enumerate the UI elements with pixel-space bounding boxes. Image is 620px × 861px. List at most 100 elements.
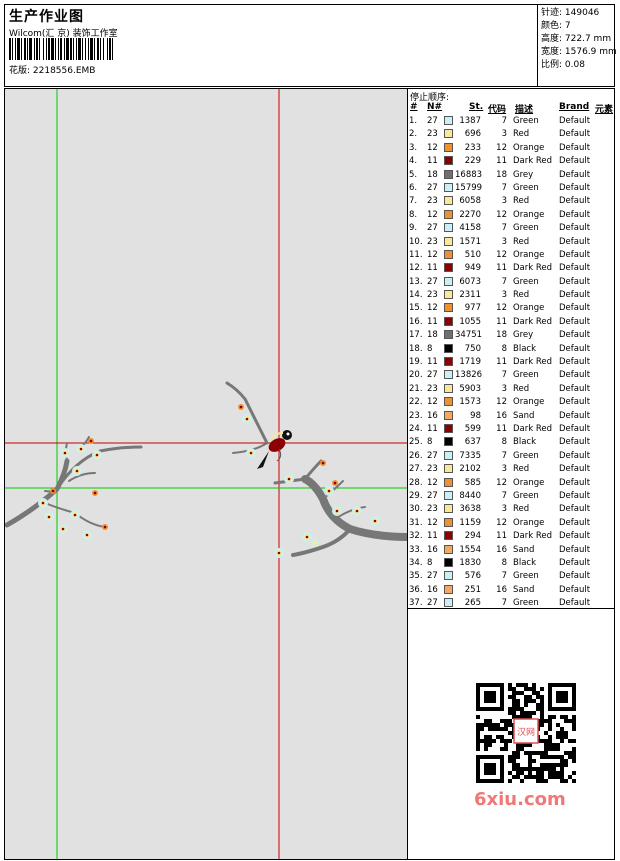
row-code: 8	[501, 557, 507, 568]
barcode-image	[9, 38, 113, 60]
row-code: 11	[496, 156, 507, 167]
color-swatch	[444, 236, 453, 246]
row-stitches: 576	[464, 571, 481, 582]
row-description: Sand	[513, 544, 535, 555]
row-brand: Default	[559, 330, 591, 341]
row-description: Dark Red	[513, 423, 553, 434]
row-needle: 23	[427, 129, 438, 140]
table-row: 30. 23 3638 3 Red Default	[409, 503, 615, 516]
color-swatch	[444, 450, 453, 460]
row-stitches: 98	[470, 410, 481, 421]
row-stitches: 233	[464, 142, 481, 153]
row-brand: Default	[559, 249, 591, 260]
row-needle: 12	[427, 142, 438, 153]
panel-divider	[408, 608, 614, 609]
row-description: Black	[513, 557, 536, 568]
row-brand: Default	[559, 584, 591, 595]
row-description: Red	[513, 290, 530, 301]
row-index: 17.	[409, 330, 423, 341]
table-row: 33. 16 1554 16 Sand Default	[409, 544, 615, 557]
row-index: 2.	[409, 129, 418, 140]
row-stitches: 2102	[459, 464, 481, 475]
row-brand: Default	[559, 343, 591, 354]
row-stitches: 265	[464, 598, 481, 609]
row-needle: 12	[427, 209, 438, 220]
stop-sequence-header: # N# St. 代码 描述 Brand 元素	[409, 102, 615, 115]
row-brand: Default	[559, 236, 591, 247]
row-index: 13.	[409, 276, 423, 287]
row-brand: Default	[559, 116, 591, 126]
row-brand: Default	[559, 276, 591, 287]
row-brand: Default	[559, 531, 591, 542]
color-swatch	[444, 357, 453, 367]
table-row: 6. 27 15799 7 Green Default	[409, 182, 615, 195]
stop-sequence-list: 1. 27 1387 7 Green Default 2. 23 696 3 Red Default 3…	[409, 115, 615, 610]
col-element: 元素	[595, 105, 614, 115]
row-index: 28.	[409, 477, 423, 488]
color-swatch	[444, 223, 453, 233]
row-stitches: 637	[464, 437, 481, 448]
row-index: 10.	[409, 236, 423, 247]
stat-height: 高度: 722.7 mm	[541, 34, 612, 44]
row-brand: Default	[559, 263, 591, 274]
row-description: Dark Red	[513, 357, 553, 368]
row-stitches: 977	[464, 303, 481, 314]
row-description: Orange	[513, 303, 545, 314]
row-brand: Default	[559, 209, 591, 220]
row-needle: 12	[427, 477, 438, 488]
color-swatch	[444, 209, 453, 219]
row-code: 7	[501, 571, 507, 582]
row-index: 32.	[409, 531, 423, 542]
row-stitches: 1719	[459, 357, 481, 368]
color-swatch	[444, 410, 453, 420]
row-stitches: 1387	[459, 116, 481, 126]
color-swatch	[444, 290, 453, 300]
row-index: 24.	[409, 423, 423, 434]
row-needle: 18	[427, 169, 438, 180]
color-swatch	[444, 343, 453, 353]
row-needle: 18	[427, 330, 438, 341]
color-swatch	[444, 316, 453, 326]
row-description: Red	[513, 504, 530, 515]
row-description: Green	[513, 276, 539, 287]
row-code: 12	[496, 209, 507, 220]
table-row: 36. 16 251 16 Sand Default	[409, 584, 615, 597]
row-index: 3.	[409, 142, 418, 153]
color-swatch	[444, 544, 453, 554]
color-swatch	[444, 249, 453, 259]
header-panel: 生产作业图 Wilcom(汇 京) 装饰工作室 花版: 2218556.EMB …	[4, 4, 617, 87]
row-needle: 12	[427, 249, 438, 260]
row-needle: 12	[427, 517, 438, 528]
color-swatch	[444, 182, 453, 192]
row-needle: 16	[427, 584, 438, 595]
row-index: 8.	[409, 209, 418, 220]
color-swatch	[444, 196, 453, 206]
row-description: Dark Red	[513, 263, 553, 274]
row-description: Orange	[513, 209, 545, 220]
row-index: 6.	[409, 182, 418, 193]
row-description: Green	[513, 116, 539, 126]
row-stitches: 7335	[459, 450, 481, 461]
col-stitches: St.	[469, 102, 484, 112]
col-description: 描述	[515, 105, 534, 115]
row-index: 5.	[409, 169, 418, 180]
row-code: 3	[501, 129, 507, 140]
row-description: Grey	[513, 169, 534, 180]
row-code: 8	[501, 437, 507, 448]
row-brand: Default	[559, 490, 591, 501]
row-code: 12	[496, 517, 507, 528]
col-index: #	[410, 102, 418, 112]
design-stats: 针迹: 149046 颜色: 7 高度: 722.7 mm 宽度: 1576.9…	[537, 5, 617, 86]
row-description: Green	[513, 490, 539, 501]
row-needle: 23	[427, 464, 438, 475]
table-row: 13. 27 6073 7 Green Default	[409, 276, 615, 289]
stat-scale: 比例: 0.08	[541, 60, 585, 70]
page-title: 生产作业图	[9, 9, 84, 25]
row-index: 22.	[409, 397, 423, 408]
color-swatch	[444, 383, 453, 393]
row-brand: Default	[559, 477, 591, 488]
row-brand: Default	[559, 383, 591, 394]
row-stitches: 6073	[459, 276, 481, 287]
row-brand: Default	[559, 504, 591, 515]
table-row: 12. 11 949 11 Dark Red Default	[409, 262, 615, 275]
